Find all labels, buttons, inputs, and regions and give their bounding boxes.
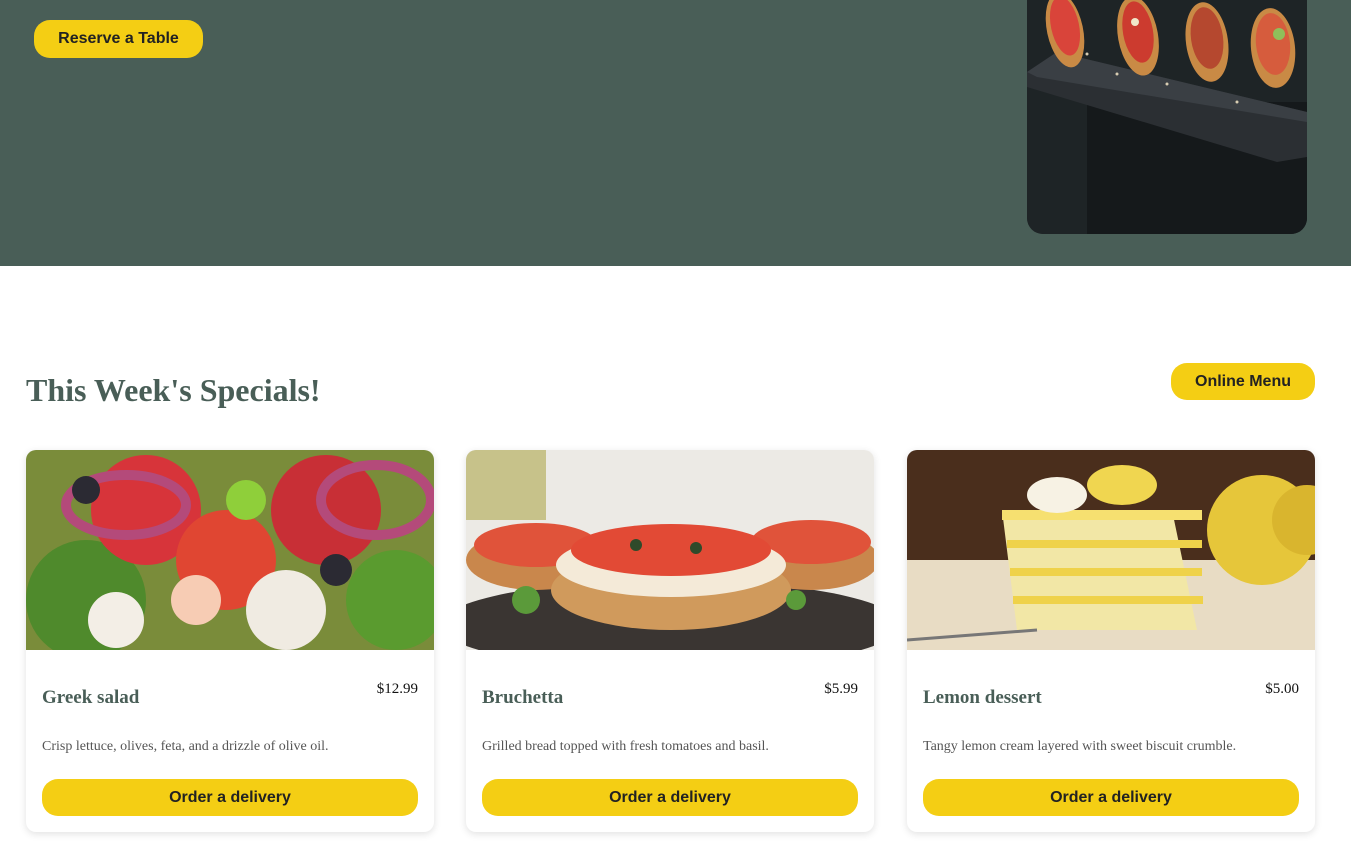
lemon-dessert-image [907,450,1315,650]
reserve-table-button[interactable]: Reserve a Table [34,20,203,58]
card-price: $5.99 [824,681,858,697]
card-title: Greek salad [42,687,140,708]
specials-title: This Week's Specials! [26,372,321,408]
hero-section: Reserve a Table [0,0,1351,266]
online-menu-button[interactable]: Online Menu [1171,363,1315,400]
card-description: Tangy lemon cream layered with sweet bis… [923,739,1237,754]
card-description: Crisp lettuce, olives, feta, and a drizz… [42,739,329,754]
card-description: Grilled bread topped with fresh tomatoes… [482,739,769,754]
special-card-lemon-dessert: Lemon dessert $5.00 Tangy lemon cream la… [907,450,1315,832]
bruchetta-image [466,450,874,650]
card-price: $5.00 [1265,681,1299,697]
order-delivery-button[interactable]: Order a delivery [42,779,418,816]
hero-image [1027,0,1307,234]
card-title: Bruchetta [482,687,564,708]
card-price: $12.99 [376,681,418,697]
special-card-bruchetta: Bruchetta $5.99 Grilled bread topped wit… [466,450,874,832]
greek-salad-image [26,450,434,650]
order-delivery-button[interactable]: Order a delivery [923,779,1299,816]
card-title: Lemon dessert [923,687,1042,708]
special-card-greek-salad: Greek salad $12.99 Crisp lettuce, olives… [26,450,434,832]
order-delivery-button[interactable]: Order a delivery [482,779,858,816]
